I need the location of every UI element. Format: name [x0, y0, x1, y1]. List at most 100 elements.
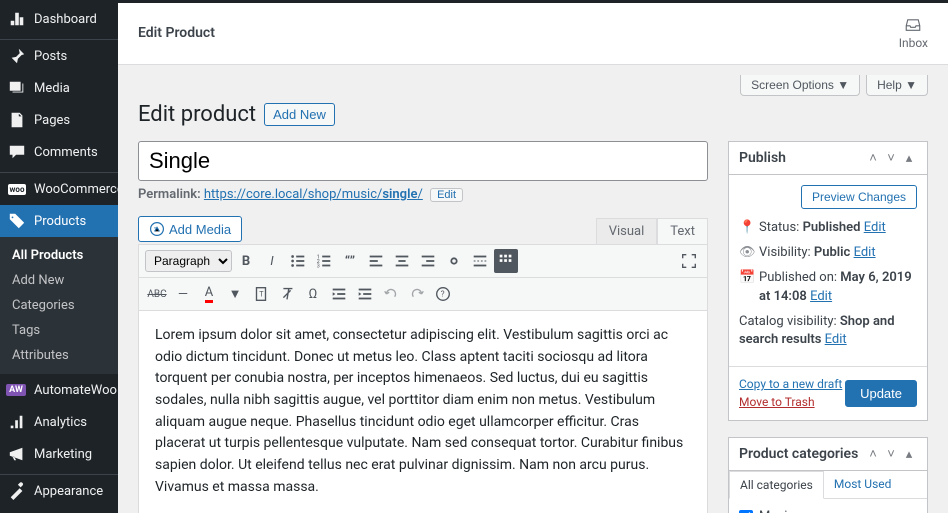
publish-title: Publish — [739, 150, 786, 166]
edit-date-link[interactable]: Edit — [810, 289, 832, 304]
special-char-button[interactable]: Ω — [301, 282, 325, 306]
svg-text:?: ? — [441, 289, 445, 299]
submenu-all-products[interactable]: All Products — [0, 243, 118, 268]
clear-formatting-button[interactable] — [275, 282, 299, 306]
sidebar-item-analytics[interactable]: Analytics — [0, 406, 118, 438]
svg-text:3: 3 — [317, 263, 320, 269]
sidebar-item-media[interactable]: Media — [0, 72, 118, 104]
edit-status-link[interactable]: Edit — [864, 220, 886, 235]
move-down-icon[interactable]: ˅ — [883, 150, 899, 166]
outdent-button[interactable] — [327, 282, 351, 306]
bold-button[interactable]: B — [234, 249, 258, 273]
products-icon — [8, 212, 26, 230]
move-to-trash-link[interactable]: Move to Trash — [739, 395, 815, 409]
bullet-list-button[interactable] — [286, 249, 310, 273]
add-new-button[interactable]: Add New — [264, 103, 335, 126]
sidebar-item-posts[interactable]: Posts — [0, 40, 118, 72]
sidebar-item-marketing[interactable]: Marketing — [0, 438, 118, 470]
copy-draft-link[interactable]: Copy to a new draft — [739, 377, 842, 391]
toggle-icon[interactable]: ▴ — [901, 446, 917, 462]
move-up-icon[interactable]: ˄ — [865, 150, 881, 166]
edit-visibility-link[interactable]: Edit — [854, 245, 876, 260]
text-color-button[interactable]: A — [197, 282, 221, 306]
text-color-more-button[interactable]: ▼ — [223, 282, 247, 306]
add-media-button[interactable]: Add Media — [138, 216, 242, 242]
screen-options-button[interactable]: Screen Options ▼ — [740, 75, 860, 96]
editor: Paragraph B I 123 “” — [138, 244, 708, 513]
move-up-icon[interactable]: ˄ — [865, 446, 881, 462]
admin-sidebar: Dashboard Posts Media Pages Comments woo… — [0, 0, 118, 513]
page-header: Edit Product Inbox — [118, 0, 948, 65]
media-icon — [8, 79, 26, 97]
permalink-link[interactable]: https://core.local/shop/music/single/ — [204, 187, 423, 202]
marketing-icon — [8, 445, 26, 463]
sidebar-item-plugins[interactable]: Plugins — [0, 507, 118, 513]
tab-text[interactable]: Text — [657, 218, 708, 244]
sidebar-item-automatewoo[interactable]: AWAutomateWoo — [0, 374, 118, 406]
submenu-tags[interactable]: Tags — [0, 318, 118, 343]
sidebar-item-products[interactable]: Products — [0, 205, 118, 237]
header-title: Edit Product — [138, 25, 215, 41]
category-checkbox[interactable] — [739, 510, 753, 513]
permalink-row: Permalink: https://core.local/shop/music… — [138, 187, 708, 202]
submenu-add-new[interactable]: Add New — [0, 268, 118, 293]
category-item[interactable]: Music — [739, 507, 917, 513]
numbered-list-button[interactable]: 123 — [312, 249, 336, 273]
aw-icon: AW — [8, 381, 26, 399]
inbox-icon — [904, 16, 922, 34]
analytics-icon — [8, 413, 26, 431]
sidebar-item-appearance[interactable]: Appearance — [0, 475, 118, 507]
editor-toolbar-1: Paragraph B I 123 “” — [139, 245, 707, 278]
align-center-button[interactable] — [390, 249, 414, 273]
publish-box: Publish ˄ ˅ ▴ Preview Changes 📍Status: P… — [728, 141, 928, 421]
blockquote-button[interactable]: “” — [338, 249, 362, 273]
pages-icon — [8, 111, 26, 129]
svg-text:T: T — [259, 290, 264, 299]
help-button[interactable]: Help ▼ — [866, 75, 928, 96]
sidebar-item-pages[interactable]: Pages — [0, 104, 118, 136]
align-left-button[interactable] — [364, 249, 388, 273]
redo-button[interactable] — [405, 282, 429, 306]
toolbar-toggle-button[interactable] — [494, 249, 518, 273]
indent-button[interactable] — [353, 282, 377, 306]
calendar-icon: 📅 — [739, 269, 753, 287]
paste-text-button[interactable]: T — [249, 282, 273, 306]
keyboard-shortcuts-button[interactable]: ? — [431, 282, 455, 306]
tab-all-categories[interactable]: All categories — [729, 471, 824, 499]
italic-button[interactable]: I — [260, 249, 284, 273]
sidebar-item-woocommerce[interactable]: wooWooCommerce — [0, 173, 118, 205]
hr-button[interactable]: — — [171, 282, 195, 306]
update-button[interactable]: Update — [845, 380, 917, 407]
align-right-button[interactable] — [416, 249, 440, 273]
edit-catalog-link[interactable]: Edit — [825, 332, 847, 347]
key-icon: 📍 — [739, 219, 753, 237]
undo-button[interactable] — [379, 282, 403, 306]
submenu-attributes[interactable]: Attributes — [0, 343, 118, 368]
submenu-categories[interactable]: Categories — [0, 293, 118, 318]
dashboard-icon — [8, 10, 26, 28]
pin-icon — [8, 47, 26, 65]
appearance-icon — [8, 482, 26, 500]
sidebar-item-comments[interactable]: Comments — [0, 136, 118, 168]
format-select[interactable]: Paragraph — [145, 250, 232, 272]
comments-icon — [8, 143, 26, 161]
categories-title: Product categories — [739, 446, 858, 462]
category-list: MusicClothingAccessoriesTshirtslong-slee… — [739, 507, 917, 513]
preview-changes-button[interactable]: Preview Changes — [801, 185, 917, 209]
edit-slug-button[interactable]: Edit — [430, 188, 463, 202]
tab-most-used[interactable]: Most Used — [824, 471, 902, 498]
categories-box: Product categories ˄ ˅ ▴ All categories … — [728, 437, 928, 513]
link-button[interactable] — [442, 249, 466, 273]
woo-icon: woo — [8, 180, 26, 198]
move-down-icon[interactable]: ˅ — [883, 446, 899, 462]
tab-visual[interactable]: Visual — [596, 218, 658, 244]
editor-toolbar-2: ABC — A ▼ T Ω ? — [139, 278, 707, 311]
fullscreen-button[interactable] — [677, 249, 701, 273]
read-more-button[interactable] — [468, 249, 492, 273]
product-title-input[interactable] — [138, 141, 708, 181]
inbox-button[interactable]: Inbox — [899, 16, 928, 50]
toggle-icon[interactable]: ▴ — [901, 150, 917, 166]
strikethrough-button[interactable]: ABC — [145, 282, 169, 306]
sidebar-item-dashboard[interactable]: Dashboard — [0, 3, 118, 35]
editor-content[interactable]: Lorem ipsum dolor sit amet, consectetur … — [139, 311, 707, 513]
